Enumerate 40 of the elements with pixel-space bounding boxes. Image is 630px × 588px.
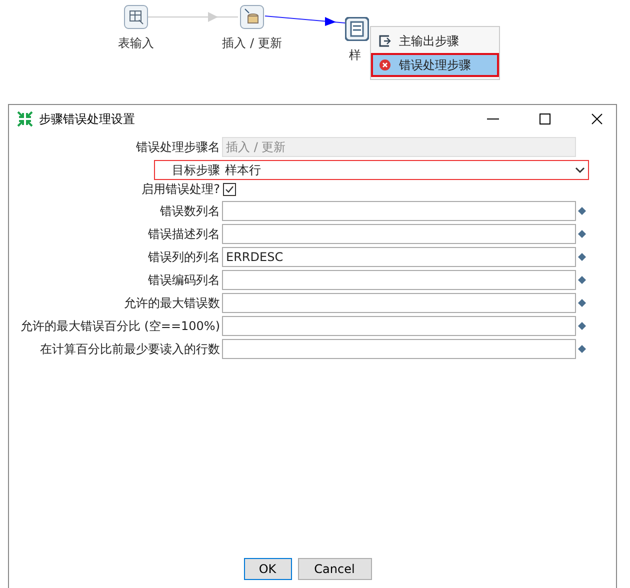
input-field[interactable] xyxy=(222,270,576,290)
field-label: 错误数列名 xyxy=(160,202,221,220)
input-field[interactable] xyxy=(222,224,576,244)
field-label: 允许的最大错误百分比 (空==100%) xyxy=(20,318,221,334)
window-title: 步骤错误处理设置 xyxy=(39,110,135,128)
field-label: 错误处理步骤名 xyxy=(136,138,221,156)
field-label: 错误描述列名 xyxy=(148,226,221,242)
app-icon xyxy=(17,111,33,127)
input-field[interactable] xyxy=(222,339,576,359)
input-field[interactable] xyxy=(222,201,576,221)
step-label: 样 xyxy=(349,47,361,64)
menu-item[interactable]: 错误处理步骤 xyxy=(371,53,499,77)
error-icon xyxy=(379,59,391,71)
dialog-button[interactable]: OK xyxy=(244,558,292,580)
database-icon[interactable] xyxy=(240,5,264,29)
close-icon[interactable] xyxy=(590,112,604,126)
input-field[interactable] xyxy=(222,316,576,336)
dialog-button[interactable]: Cancel xyxy=(298,558,372,580)
field-label: 启用错误处理? xyxy=(142,180,221,198)
variable-icon[interactable] xyxy=(578,299,586,307)
menu-item[interactable]: 主输出步骤 xyxy=(371,29,499,53)
input-field[interactable] xyxy=(222,293,576,313)
field-label: 错误列的列名 xyxy=(148,248,221,266)
variable-icon[interactable] xyxy=(578,345,586,353)
variable-icon[interactable] xyxy=(578,276,586,284)
table-icon[interactable] xyxy=(124,5,148,29)
field-label: 在计算百分比前最少要读入的行数 xyxy=(40,340,221,358)
variable-icon[interactable] xyxy=(578,322,586,330)
output-icon xyxy=(379,35,391,47)
variable-icon[interactable] xyxy=(578,253,586,261)
step-label: 插入 / 更新 xyxy=(222,35,282,52)
input-field[interactable]: ERRDESC xyxy=(222,247,576,267)
field-label: 错误编码列名 xyxy=(148,272,221,288)
list-icon[interactable] xyxy=(345,17,369,41)
checkbox[interactable] xyxy=(223,182,236,196)
variable-icon[interactable] xyxy=(578,207,586,215)
variable-icon[interactable] xyxy=(578,230,586,238)
step-label: 表输入 xyxy=(118,35,154,52)
field-label: 允许的最大错误数 xyxy=(124,294,221,312)
maximize-icon[interactable] xyxy=(538,112,552,126)
